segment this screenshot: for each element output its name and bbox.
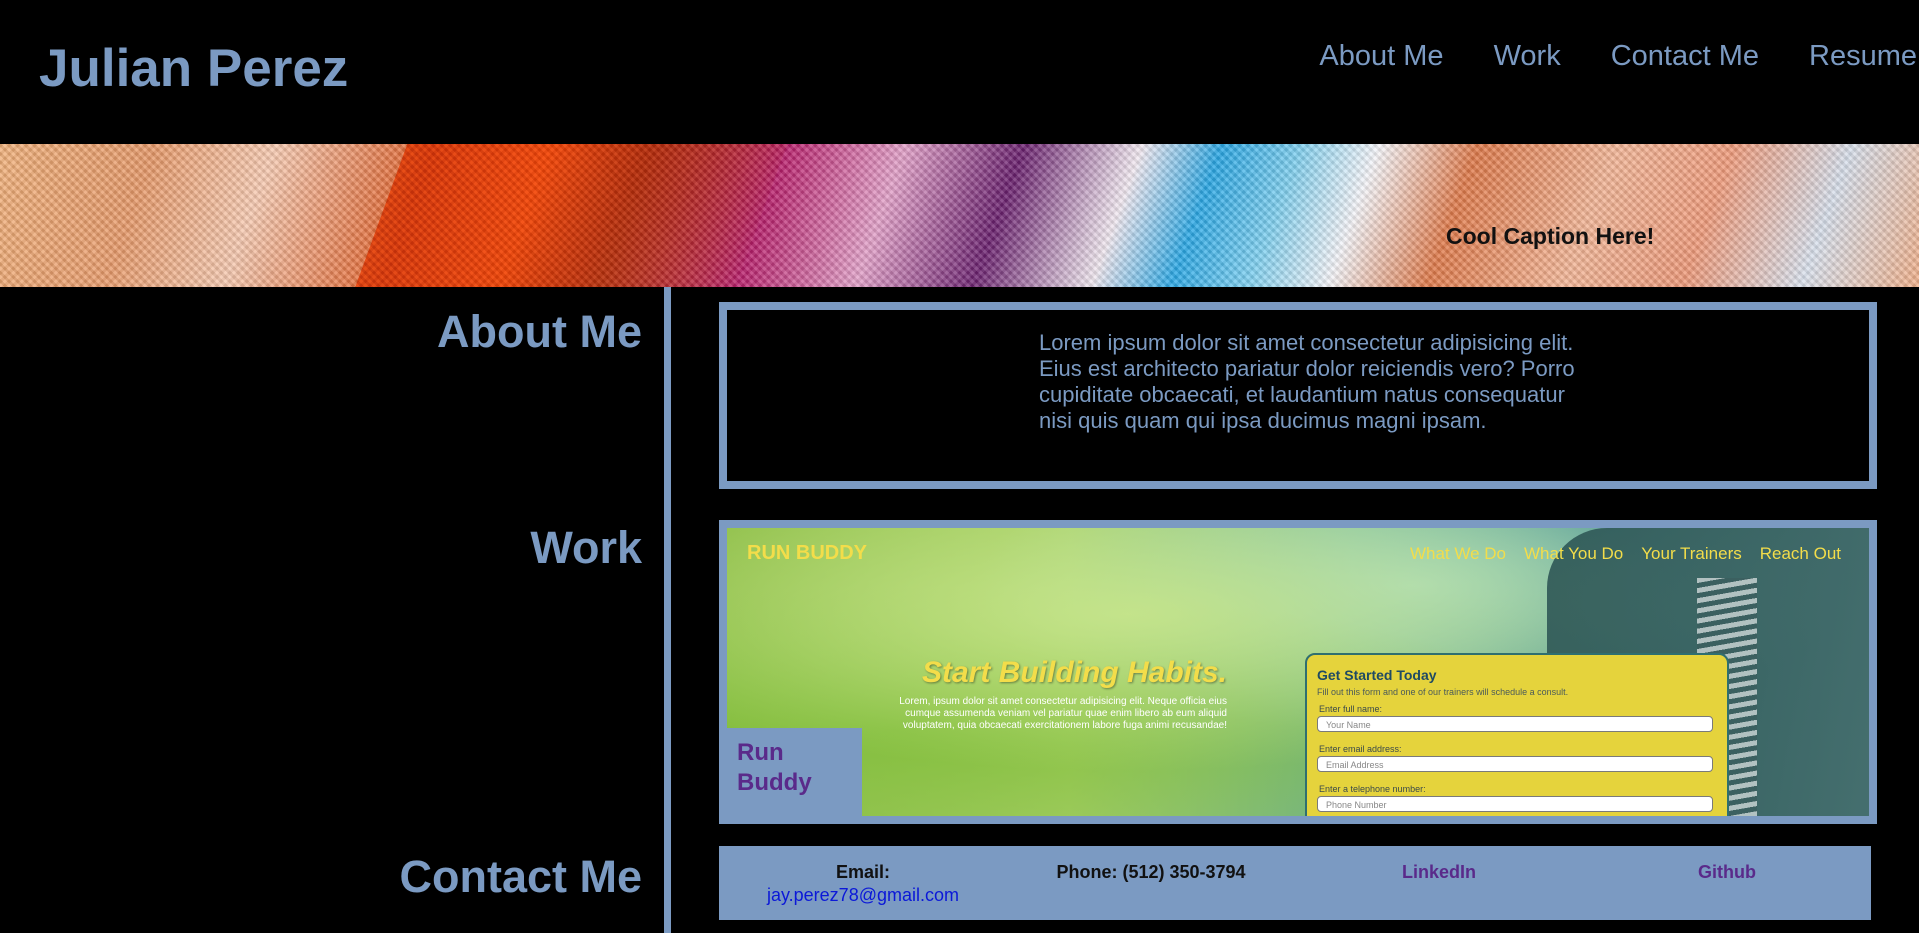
preview-brand: RUN BUDDY <box>747 542 867 564</box>
nav-link-resume[interactable]: Resume <box>1809 38 1917 74</box>
contact-phone: Phone: (512) 350-3794 <box>1056 862 1246 882</box>
contact-bar: Email: jay.perez78@gmail.com Phone: (512… <box>719 846 1871 920</box>
nav-link-contact-me[interactable]: Contact Me <box>1611 38 1759 74</box>
preview-form-description: Fill out this form and one of our traine… <box>1317 687 1569 697</box>
site-title: Julian Perez <box>39 39 349 98</box>
email-link[interactable]: jay.perez78@gmail.com <box>719 885 1007 906</box>
about-heading: About Me <box>437 306 642 357</box>
preview-nav-item: Reach Out <box>1759 544 1841 563</box>
contact-heading: Contact Me <box>399 851 642 902</box>
preview-form-title: Get Started Today <box>1317 667 1437 683</box>
preview-field-label: Enter email address: <box>1319 744 1402 754</box>
preview-form: Get Started Today Fill out this form and… <box>1305 653 1729 816</box>
linkedin-link[interactable]: LinkedIn <box>1295 862 1583 883</box>
preview-nav: What We Do What You Do Your Trainers Rea… <box>1410 544 1841 564</box>
hero-banner: Cool Caption Here! <box>0 144 1919 287</box>
email-label: Email: <box>835 862 891 882</box>
contact-email: Email: jay.perez78@gmail.com <box>719 862 1007 906</box>
preview-email-input: Email Address <box>1317 756 1713 772</box>
work-project-title: Run Buddy <box>737 739 812 796</box>
site-header: Julian Perez About Me Work Contact Me Re… <box>0 0 1919 144</box>
nav-link-about-me[interactable]: About Me <box>1319 38 1443 74</box>
about-text: Lorem ipsum dolor sit amet consectetur a… <box>1039 330 1575 433</box>
preview-nav-item: What You Do <box>1524 544 1624 563</box>
main-nav: About Me Work Contact Me Resume <box>1269 38 1917 74</box>
preview-field-label: Enter full name: <box>1319 704 1383 714</box>
preview-nav-item: What We Do <box>1409 544 1506 563</box>
about-box: Lorem ipsum dolor sit amet consectetur a… <box>719 302 1877 489</box>
work-project-label[interactable]: Run Buddy <box>727 728 862 816</box>
preview-nav-item: Your Trainers <box>1641 544 1742 563</box>
section-divider <box>664 287 671 933</box>
preview-headline: Start Building Habits. <box>921 656 1227 689</box>
preview-name-input: Your Name <box>1317 716 1713 732</box>
nav-link-work[interactable]: Work <box>1494 38 1561 74</box>
work-project-card[interactable]: RUN BUDDY What We Do What You Do Your Tr… <box>719 520 1877 824</box>
preview-subtext: Lorem, ipsum dolor sit amet consectetur … <box>899 696 1227 731</box>
preview-phone-input: Phone Number <box>1317 796 1713 812</box>
work-heading: Work <box>530 522 642 573</box>
hero-caption: Cool Caption Here! <box>1446 223 1655 249</box>
preview-field-label: Enter a telephone number: <box>1319 784 1426 794</box>
github-link[interactable]: Github <box>1583 862 1871 883</box>
